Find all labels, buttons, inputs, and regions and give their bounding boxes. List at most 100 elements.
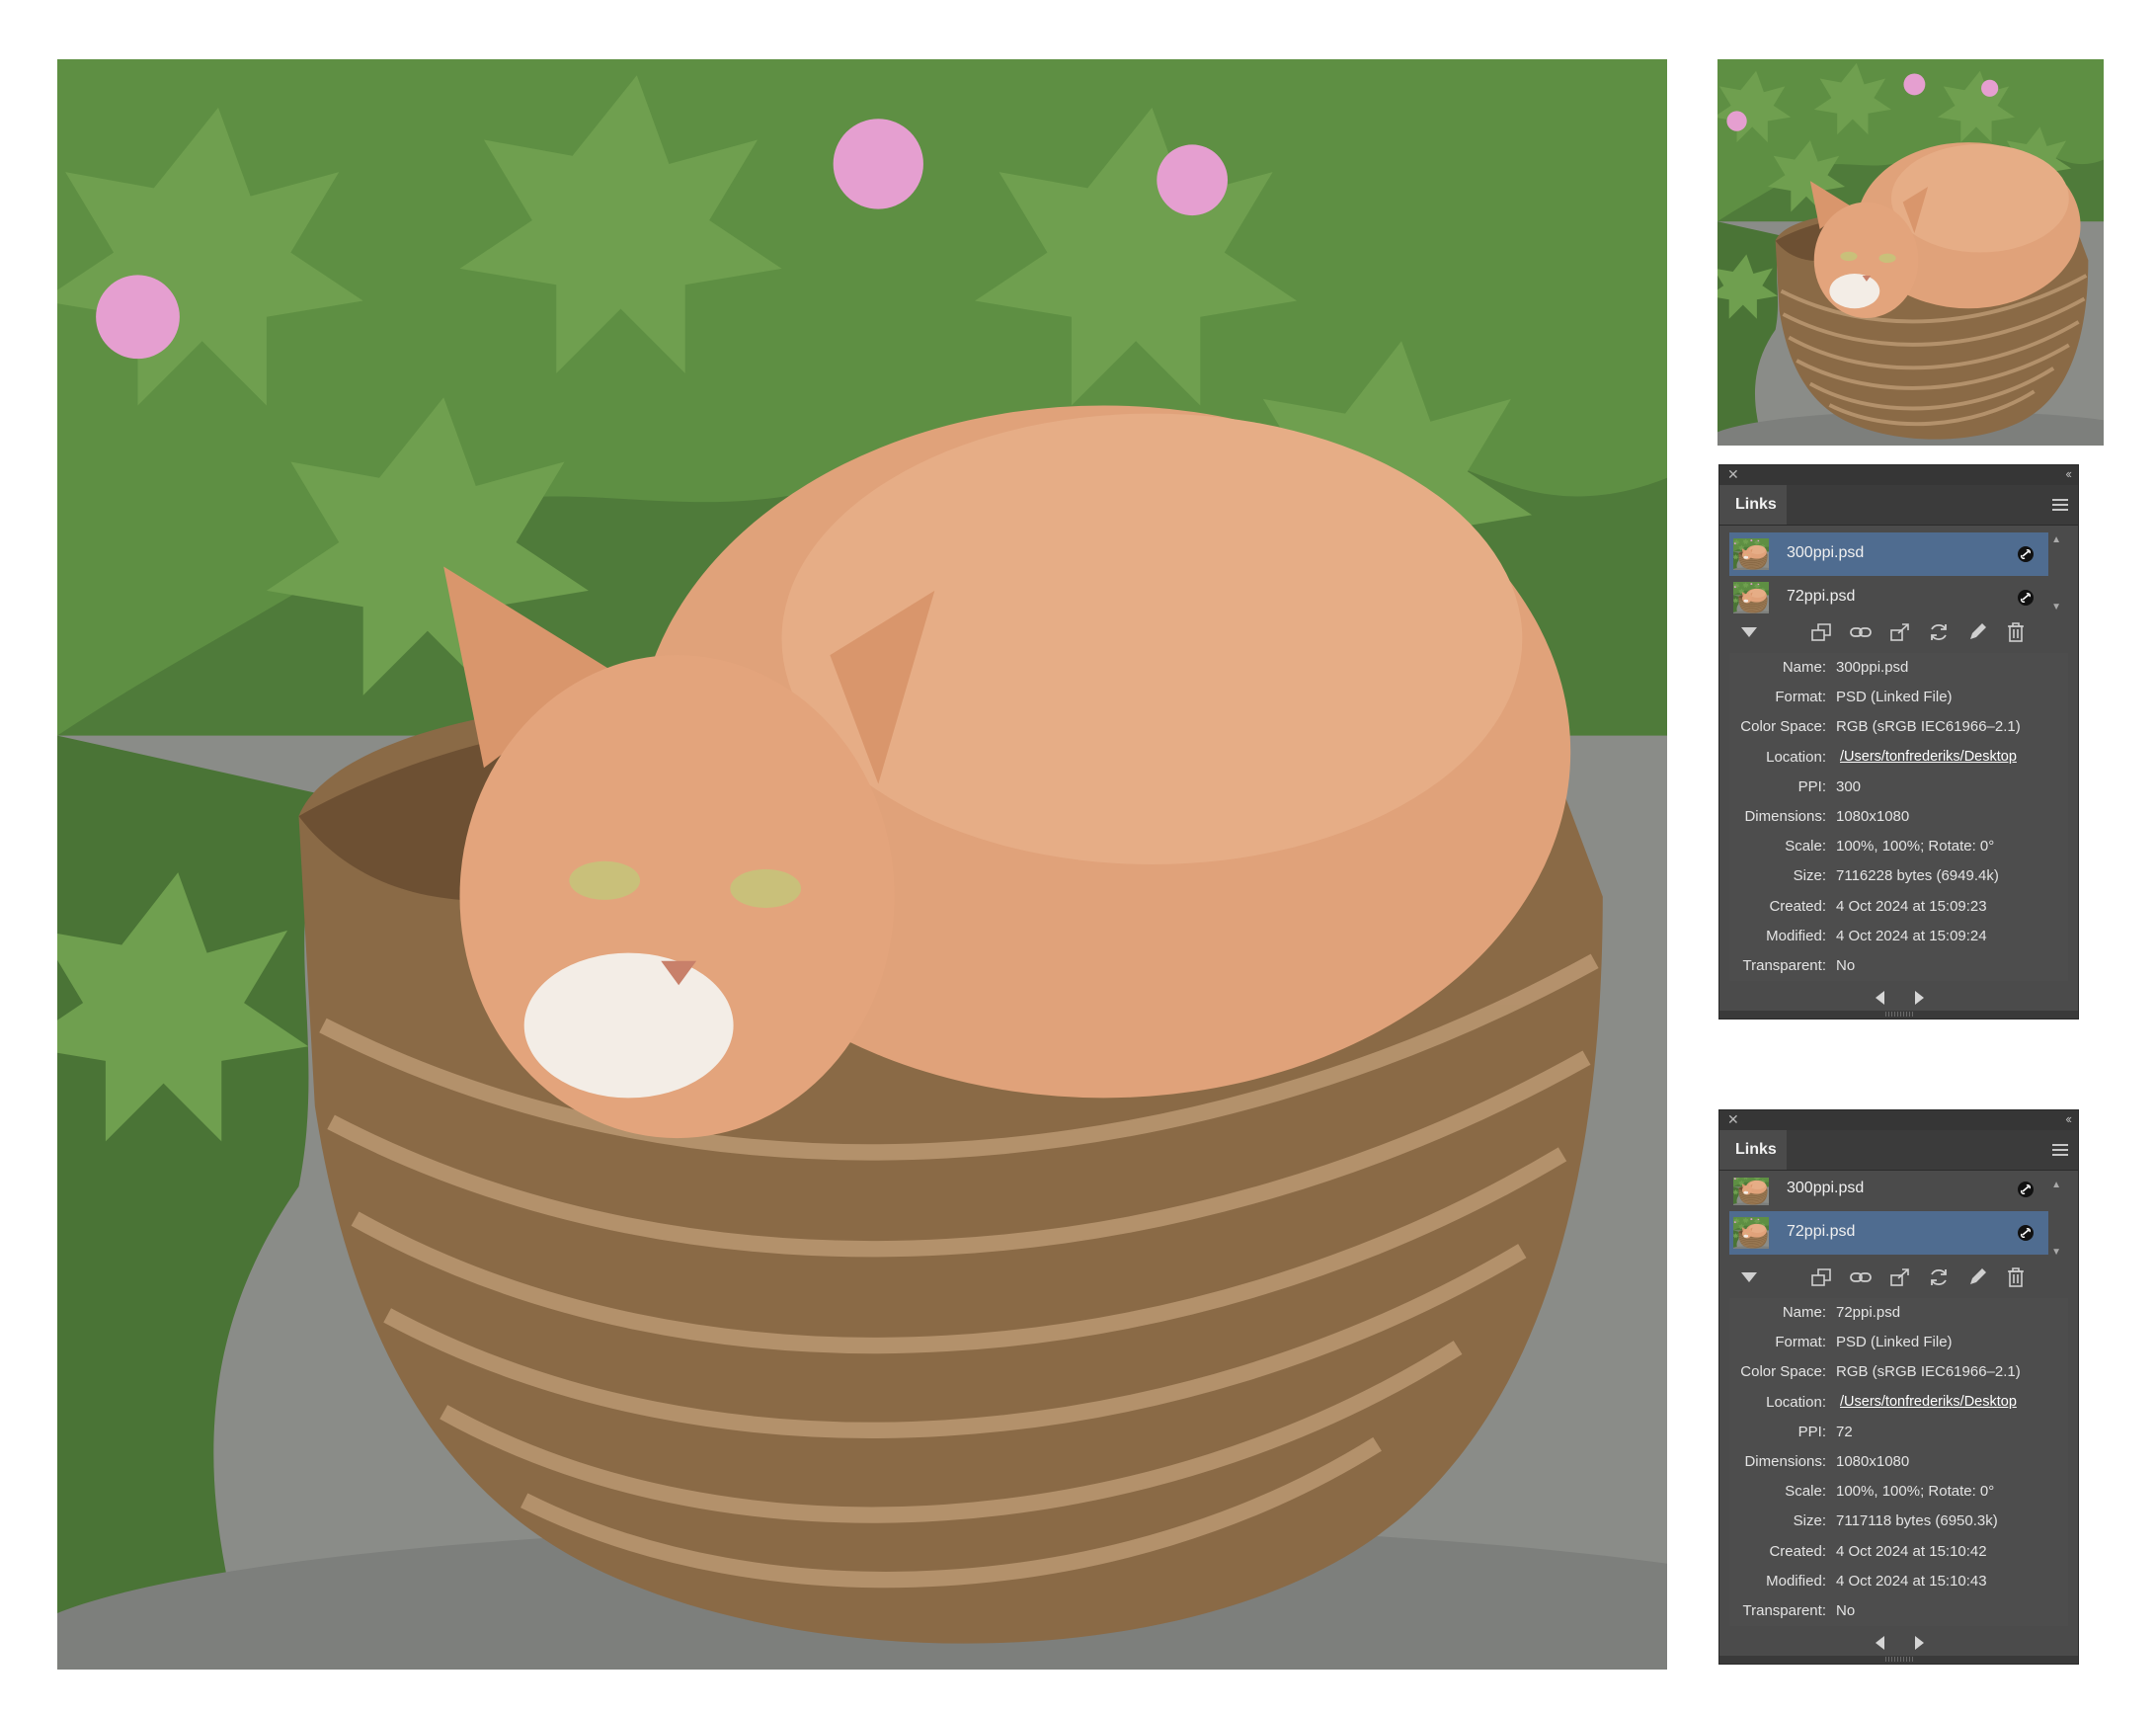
close-icon[interactable]: ✕ — [1727, 466, 1739, 483]
info-key: Size: — [1793, 867, 1826, 885]
trash-icon[interactable] — [2004, 621, 2028, 643]
link-thumbnail — [1733, 1178, 1769, 1205]
info-value: 100%, 100%; Rotate: 0° — [1836, 838, 1995, 856]
update-link-icon[interactable] — [1927, 621, 1951, 643]
trash-icon[interactable] — [2004, 1266, 2028, 1288]
link-row-0[interactable]: 300ppi.psd — [1729, 532, 2048, 576]
info-line: Dimensions: 1080x1080 — [1729, 1447, 2068, 1477]
link-thumbnail — [1733, 1217, 1769, 1249]
panel-menu-icon[interactable] — [2052, 499, 2068, 511]
info-value: 300 — [1836, 777, 1862, 795]
info-line: Name: 72ppi.psd — [1729, 1298, 2068, 1328]
info-key: Scale: — [1785, 838, 1826, 856]
relink-folder-icon[interactable] — [1810, 621, 1834, 643]
info-line: Format: PSD (Linked File) — [1729, 1328, 2068, 1357]
update-link-icon[interactable] — [1927, 1266, 1951, 1288]
panel-menu-icon[interactable] — [2052, 1144, 2068, 1156]
info-value: No — [1836, 1601, 1856, 1619]
scroll-up-icon[interactable]: ▲ — [2051, 534, 2061, 545]
info-line: Color Space: RGB (sRGB IEC61966–2.1) — [1729, 1357, 2068, 1387]
links-list: 300ppi.psd 72ppi.psd ▲ ▼ — [1729, 1178, 2065, 1261]
info-key: Transparent: — [1742, 1601, 1827, 1619]
collapse-icon[interactable]: ‹‹ — [2065, 466, 2072, 481]
info-key: Modified: — [1766, 1572, 1826, 1590]
info-key: Size: — [1793, 1512, 1826, 1530]
go-to-link-icon[interactable] — [1888, 1266, 1912, 1288]
info-key: Color Space: — [1740, 1363, 1826, 1381]
link-status-icon — [2017, 1181, 2035, 1198]
info-line: Modified: 4 Oct 2024 at 15:09:24 — [1729, 922, 2068, 951]
info-key: Created: — [1769, 897, 1826, 915]
link-thumbnail — [1733, 582, 1769, 613]
edit-original-icon[interactable] — [1966, 621, 1990, 643]
info-line: Created: 4 Oct 2024 at 15:09:23 — [1729, 892, 2068, 922]
info-value: 300ppi.psd — [1836, 659, 1909, 676]
tab-links[interactable]: Links — [1719, 1130, 1787, 1170]
link-row-1[interactable]: 72ppi.psd — [1729, 1211, 2048, 1255]
previous-arrow-icon[interactable] — [1876, 991, 1884, 1005]
links-panel-72ppi: ✕ ‹‹ Links 300ppi.psd 72ppi.psd ▲ ▼ Name… — [1718, 1109, 2079, 1665]
info-value: 72 — [1836, 1423, 1853, 1440]
scroll-down-icon[interactable]: ▼ — [2051, 602, 2061, 612]
panel-resize-handle[interactable] — [1719, 1011, 2078, 1019]
info-key: Transparent: — [1742, 956, 1827, 974]
link-row-1[interactable]: 72ppi.psd — [1729, 576, 2048, 615]
scroll-up-icon[interactable]: ▲ — [2051, 1180, 2061, 1190]
info-key: Format: — [1775, 689, 1826, 706]
collapse-icon[interactable]: ‹‹ — [2065, 1111, 2072, 1126]
info-key: Scale: — [1785, 1483, 1826, 1501]
next-arrow-icon[interactable] — [1915, 991, 1924, 1005]
info-line: Size: 7117118 bytes (6950.3k) — [1729, 1507, 2068, 1536]
info-key: Modified: — [1766, 927, 1826, 944]
info-line: Size: 7116228 bytes (6949.4k) — [1729, 861, 2068, 891]
info-value: 4 Oct 2024 at 15:09:24 — [1836, 927, 1987, 944]
close-icon[interactable]: ✕ — [1727, 1111, 1739, 1128]
info-key: Dimensions: — [1744, 807, 1826, 825]
relink-folder-icon[interactable] — [1810, 1266, 1834, 1288]
info-value: 100%, 100%; Rotate: 0° — [1836, 1483, 1995, 1501]
info-line: Color Space: RGB (sRGB IEC61966–2.1) — [1729, 712, 2068, 742]
info-value: 7117118 bytes (6950.3k) — [1836, 1512, 1998, 1530]
links-list: 300ppi.psd 72ppi.psd ▲ ▼ — [1729, 532, 2065, 615]
edit-original-icon[interactable] — [1966, 1266, 1990, 1288]
info-line: Dimensions: 1080x1080 — [1729, 802, 2068, 832]
info-line: Transparent: No — [1729, 951, 2068, 981]
info-line: Name: 300ppi.psd — [1729, 653, 2068, 683]
link-row-0[interactable]: 300ppi.psd — [1729, 1178, 2048, 1211]
links-panel-300ppi: ✕ ‹‹ Links 300ppi.psd 72ppi.psd ▲ ▼ Name… — [1718, 464, 2079, 1020]
info-line: Location: /Users/tonfrederiks/Desktop — [1729, 743, 2068, 773]
info-key: Name: — [1782, 1304, 1826, 1321]
info-value: No — [1836, 956, 1856, 974]
info-line: Format: PSD (Linked File) — [1729, 683, 2068, 712]
go-to-link-icon[interactable] — [1888, 621, 1912, 643]
info-value: 1080x1080 — [1836, 1452, 1910, 1470]
info-line: Created: 4 Oct 2024 at 15:10:42 — [1729, 1537, 2068, 1567]
previous-arrow-icon[interactable] — [1876, 1636, 1884, 1650]
next-arrow-icon[interactable] — [1915, 1636, 1924, 1650]
info-line: Scale: 100%, 100%; Rotate: 0° — [1729, 1477, 2068, 1507]
info-key: PPI: — [1797, 1423, 1826, 1440]
show-info-triangle-icon[interactable] — [1741, 1272, 1757, 1282]
info-line: Transparent: No — [1729, 1596, 2068, 1626]
link-filename: 300ppi.psd — [1787, 544, 1865, 561]
scroll-down-icon[interactable]: ▼ — [2051, 1247, 2061, 1258]
info-value: 4 Oct 2024 at 15:10:42 — [1836, 1542, 1987, 1560]
location-link[interactable]: /Users/tonfrederiks/Desktop — [1840, 1394, 2017, 1410]
panel-resize-handle[interactable] — [1719, 1656, 2078, 1664]
relink-icon[interactable] — [1849, 621, 1873, 643]
show-info-triangle-icon[interactable] — [1741, 627, 1757, 637]
info-key: Location: — [1766, 1393, 1826, 1411]
info-key: Format: — [1775, 1334, 1826, 1351]
link-status-icon — [2017, 545, 2035, 563]
info-navigation — [1719, 1628, 2078, 1658]
info-line: Modified: 4 Oct 2024 at 15:10:43 — [1729, 1567, 2068, 1596]
info-value: 4 Oct 2024 at 15:09:23 — [1836, 897, 1987, 915]
panel-titlebar[interactable]: ✕ ‹‹ — [1719, 465, 2078, 485]
link-filename: 72ppi.psd — [1787, 1223, 1856, 1240]
tab-links[interactable]: Links — [1719, 485, 1787, 525]
thumbnail-photo — [1717, 59, 2104, 446]
relink-icon[interactable] — [1849, 1266, 1873, 1288]
links-toolbar — [1719, 1261, 2078, 1294]
panel-titlebar[interactable]: ✕ ‹‹ — [1719, 1110, 2078, 1130]
location-link[interactable]: /Users/tonfrederiks/Desktop — [1840, 749, 2017, 765]
